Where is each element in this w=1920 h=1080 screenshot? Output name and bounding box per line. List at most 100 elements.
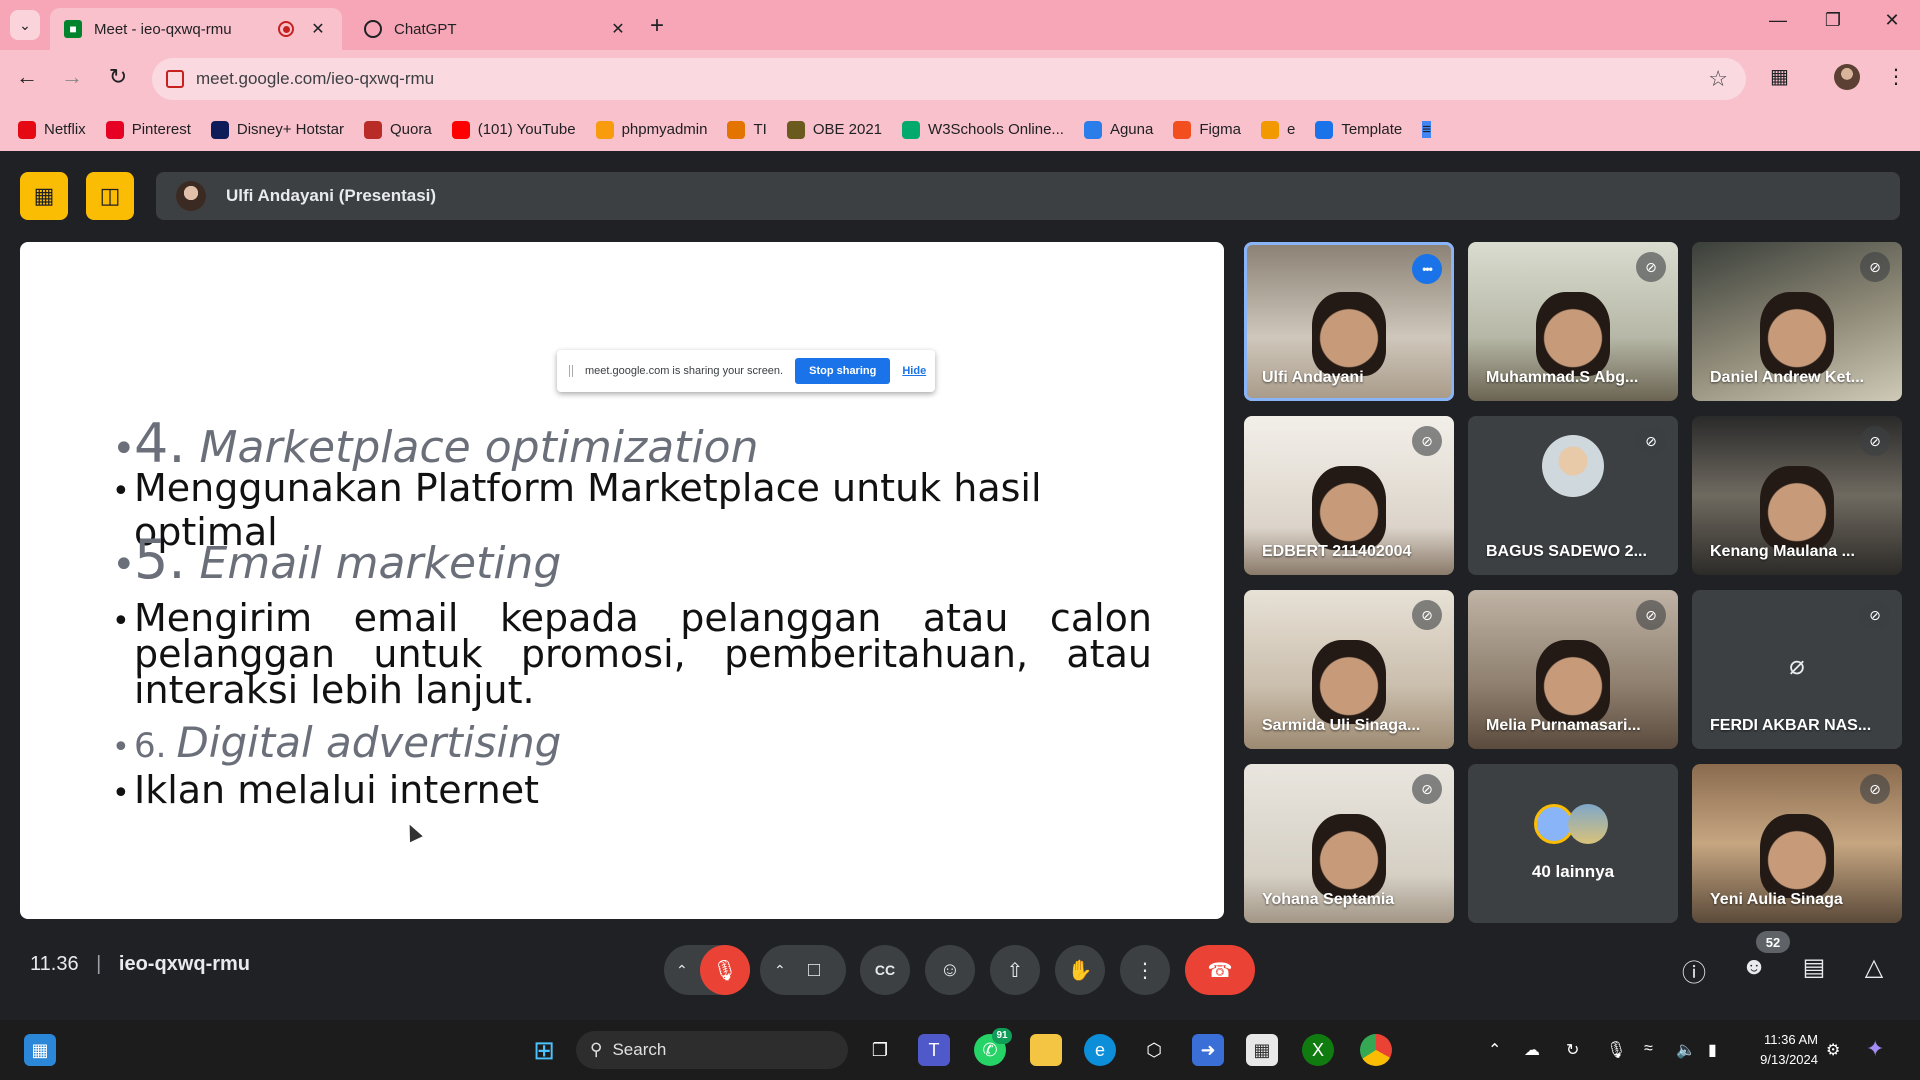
participant-tile[interactable]: ⊘ Melia Purnamasari... (1468, 590, 1678, 749)
bookmark-star-icon[interactable]: ☆ (1708, 66, 1728, 92)
slide-bullets: • 4. Marketplace optimization • Menggunakan… (112, 412, 1152, 812)
layout-icon[interactable]: ◫ (86, 172, 134, 220)
reload-icon[interactable]: ↻ (103, 64, 133, 90)
close-tab-icon[interactable]: ✕ (308, 19, 328, 39)
camera-options-group[interactable]: ⌃ □ (760, 945, 846, 995)
bookmark-item[interactable]: Aguna (1083, 120, 1154, 139)
slide-heading: • 6. Digital advertising (112, 718, 562, 767)
camera-off-icon: ⌀ (1789, 650, 1805, 680)
tab-search-chevron-icon[interactable]: ⌄ (10, 10, 40, 40)
participant-tile[interactable]: ⊘ Muhammad.S Abg... (1468, 242, 1678, 401)
wifi-icon[interactable]: ≈ (1644, 1040, 1653, 1058)
new-tab-icon[interactable]: + (650, 12, 664, 40)
show-hidden-icons-icon[interactable]: ⌃ (1488, 1040, 1501, 1060)
mic-muted-icon: ⊘ (1860, 252, 1890, 282)
template-icon (1315, 120, 1334, 139)
browser-menu-icon[interactable]: ⋮ (1886, 64, 1906, 89)
store-icon[interactable]: ▦ (1246, 1034, 1278, 1066)
camera-icon[interactable]: □ (808, 959, 820, 982)
participant-tile[interactable]: ⊘ Sarmida Uli Sinaga... (1244, 590, 1454, 749)
participant-tile[interactable]: ⊘ Yohana Septamia (1244, 764, 1454, 923)
present-screen-icon[interactable]: ⇧ (990, 945, 1040, 995)
raise-hand-icon[interactable]: ✋ (1055, 945, 1105, 995)
restore-icon[interactable]: ❐ (1813, 10, 1853, 31)
extensions-icon[interactable]: ▦ (1770, 64, 1789, 89)
emoji-icon[interactable]: ☺ (925, 945, 975, 995)
volume-icon[interactable]: 🔈 (1676, 1040, 1696, 1060)
battery-icon[interactable]: ▮ (1708, 1040, 1717, 1060)
bookmark-label: Aguna (1109, 121, 1154, 138)
window-close-icon[interactable]: ✕ (1872, 10, 1912, 31)
edge-icon[interactable]: e (1084, 1034, 1116, 1066)
microphone-icon[interactable]: 🎙 (1606, 1040, 1626, 1060)
participant-tile[interactable]: 40 lainnya (1468, 764, 1678, 923)
clock[interactable]: 11:36 AM 9/13/2024 (1740, 1030, 1818, 1070)
people-icon[interactable]: ☻ (1734, 953, 1774, 981)
hide-link[interactable]: Hide (902, 365, 926, 377)
bookmark-item[interactable]: W3Schools Online... (902, 120, 1064, 139)
leave-call-icon[interactable]: ☎ (1185, 945, 1255, 995)
profile-avatar[interactable] (1834, 64, 1860, 90)
all-bookmarks-icon[interactable]: ≡ (1422, 121, 1431, 138)
chat-icon[interactable]: ▤ (1794, 953, 1834, 982)
bookmark-item[interactable]: Netflix (18, 120, 86, 139)
participant-tile[interactable]: ⊘ BAGUS SADEWO 2... (1468, 416, 1678, 575)
bookmark-label: Template (1341, 121, 1403, 138)
participant-tile[interactable]: ⊘ EDBERT 211402004 (1244, 416, 1454, 575)
chrome-icon[interactable] (1360, 1034, 1392, 1066)
camera-options-chevron-icon[interactable]: ⌃ (774, 962, 786, 979)
bookmark-item[interactable]: TI (727, 120, 767, 139)
widgets-icon[interactable]: ▦ (24, 1034, 56, 1066)
onedrive-icon[interactable]: ☁ (1524, 1040, 1540, 1060)
unpin-icon[interactable]: ▦ (20, 172, 68, 220)
slide-heading: • 4. Marketplace optimization (112, 412, 759, 475)
bookmark-label: Disney+ Hotstar (236, 121, 345, 138)
bookmark-item[interactable]: Quora (364, 120, 432, 139)
teams-icon[interactable]: T (918, 1034, 950, 1066)
windows-start-icon[interactable]: ⊞ (528, 1034, 560, 1066)
bookmark-item[interactable]: Disney+ Hotstar (210, 120, 345, 139)
xbox-icon[interactable]: X (1302, 1034, 1334, 1066)
drag-handle[interactable] (569, 365, 573, 377)
participant-tile[interactable]: ⊘ Yeni Aulia Sinaga (1692, 764, 1902, 923)
back-arrow-icon[interactable]: ← (12, 64, 42, 90)
bookmark-label: Figma (1199, 121, 1241, 138)
bookmark-item[interactable]: (101) YouTube (451, 120, 576, 139)
tab-chatgpt[interactable]: ChatGPT ✕ (350, 8, 642, 50)
camera-permission-icon[interactable] (166, 70, 184, 88)
speaking-indicator-icon: ••• (1412, 254, 1442, 284)
sync-icon[interactable]: ↻ (1566, 1040, 1579, 1060)
netflix-icon (18, 120, 36, 139)
close-tab-icon[interactable]: ✕ (608, 19, 628, 39)
copilot-icon[interactable]: ✦ (1866, 1036, 1884, 1062)
unity-icon[interactable]: ⬡ (1138, 1034, 1170, 1066)
notifications-icon[interactable]: ⚙ (1826, 1040, 1840, 1060)
more-options-icon[interactable]: ⋮ (1120, 945, 1170, 995)
address-bar[interactable]: meet.google.com/ieo-qxwq-rmu ☆ (152, 58, 1746, 100)
mic-muted-icon: ⊘ (1636, 252, 1666, 282)
tab-meet[interactable]: ■ Meet - ieo-qxwq-rmu ✕ (50, 8, 342, 50)
participant-tile[interactable]: ⌀ ⊘ FERDI AKBAR NAS... (1692, 590, 1902, 749)
bookmark-item[interactable]: Pinterest (105, 120, 191, 139)
mic-off-icon[interactable]: 🎙 (700, 945, 750, 995)
participant-tile[interactable]: ••• Ulfi Andayani (1244, 242, 1454, 401)
stop-sharing-button[interactable]: Stop sharing (795, 358, 891, 384)
activities-icon[interactable]: △ (1854, 953, 1894, 982)
participant-tile[interactable]: ⊘ Kenang Maulana ... (1692, 416, 1902, 575)
file-explorer-icon[interactable] (1030, 1034, 1062, 1066)
mic-options-chevron-icon[interactable]: ⌃ (676, 962, 688, 979)
mic-muted-icon: ⊘ (1860, 600, 1890, 630)
vscode-icon[interactable]: ➜ (1192, 1034, 1224, 1066)
bookmark-item[interactable]: OBE 2021 (786, 120, 882, 139)
minimize-icon[interactable]: — (1758, 10, 1798, 31)
participant-tile[interactable]: ⊘ Daniel Andrew Ket... (1692, 242, 1902, 401)
bookmark-item[interactable]: phpmyadmin (595, 120, 707, 139)
bookmark-item[interactable]: Figma (1173, 120, 1241, 139)
meeting-details-icon[interactable]: ⓘ (1674, 953, 1714, 988)
captions-icon[interactable]: CC (860, 945, 910, 995)
forward-arrow-icon[interactable]: → (57, 64, 87, 90)
taskbar-search[interactable]: ⚲ Search (576, 1031, 848, 1069)
bookmark-item[interactable]: e (1261, 120, 1295, 139)
bookmark-item[interactable]: Template (1315, 120, 1403, 139)
task-view-icon[interactable]: ❐ (864, 1034, 896, 1066)
